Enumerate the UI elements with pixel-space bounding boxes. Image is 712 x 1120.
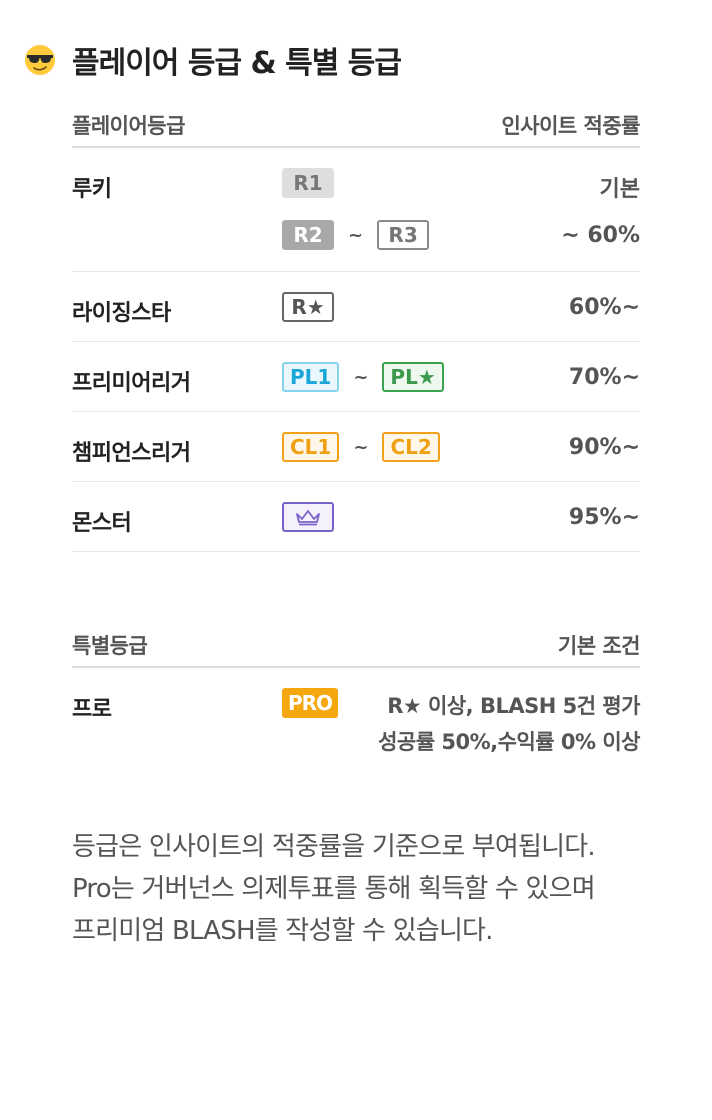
note-line: 등급은 인사이트의 적중률을 기준으로 부여됩니다.	[72, 832, 596, 862]
column-player-grade: 플레이어등급	[72, 114, 185, 138]
grade-row-champions-leaguer: 챔피언스리거 CL1 ~ CL2 90%~	[72, 412, 640, 482]
badge-monster	[282, 502, 334, 532]
range-tilde: ~	[353, 436, 369, 458]
column-base-condition: 기본 조건	[557, 634, 641, 658]
badge-pl1: PL1	[282, 362, 340, 392]
grade-row-rookie: 루키 R1 기본 R2 ~ R3 ~ 60%	[72, 148, 640, 272]
page-title: 플레이어 등급 & 특별 등급	[72, 46, 402, 81]
grade-row-pro: 프로 PRO R★ 이상, BLASH 5건 평가 성공률 50%,수익률 0%…	[72, 668, 640, 768]
grade-name: 루키	[72, 177, 112, 202]
column-special-grade: 특별등급	[72, 634, 148, 658]
grade-row-premier-leaguer: 프리미어리거 PL1 ~ PL★ 70%~	[72, 342, 640, 412]
badge-r-star: R★	[282, 292, 334, 322]
page-header: 플레이어 등급 & 특별 등급	[24, 40, 402, 81]
player-grades-header: 플레이어등급 인사이트 적중률	[72, 104, 640, 148]
grade-value: 95%~	[568, 505, 640, 530]
grade-value: 60%~	[568, 295, 640, 320]
crown-icon	[296, 510, 320, 526]
special-grades-table: 특별등급 기본 조건 프로 PRO R★ 이상, BLASH 5건 평가 성공률…	[72, 624, 641, 768]
badge-r3: R3	[377, 220, 430, 250]
grade-value: 90%~	[568, 435, 640, 460]
grade-value: ~ 60%	[561, 223, 640, 248]
range-tilde: ~	[353, 366, 369, 388]
grade-name: 챔피언스리거	[72, 441, 191, 466]
condition-line: 성공률 50%,수익률 0% 이상	[378, 730, 640, 754]
badge-pl-star: PL★	[382, 362, 444, 392]
grade-badges: R★	[282, 292, 334, 322]
special-grades-header: 특별등급 기본 조건	[72, 624, 641, 668]
grade-badges: R1	[282, 168, 334, 198]
player-grades-table: 플레이어등급 인사이트 적중률 루키 R1 기본 R2 ~ R3 ~ 60% 라…	[72, 104, 640, 552]
grade-badges: CL1 ~ CL2	[282, 432, 440, 462]
note-line: 프리미엄 BLASH를 작성할 수 있습니다.	[72, 916, 493, 946]
grade-note: 등급은 인사이트의 적중률을 기준으로 부여됩니다. Pro는 거버넌스 의제투…	[72, 826, 652, 952]
grade-value: 기본	[599, 177, 640, 202]
grade-name: 프로	[72, 697, 112, 722]
grade-name: 프리미어리거	[72, 371, 191, 396]
grade-row-rising-star: 라이징스타 R★ 60%~	[72, 272, 640, 342]
range-tilde: ~	[348, 224, 364, 246]
note-line: Pro는 거버넌스 의제투표를 통해 획득할 수 있으며	[72, 874, 596, 904]
grade-badges	[282, 502, 334, 532]
grade-name: 몬스터	[72, 511, 132, 536]
badge-r2: R2	[282, 220, 334, 250]
grade-row-monster: 몬스터 95%~	[72, 482, 640, 552]
pro-condition: R★ 이상, BLASH 5건 평가 성공률 50%,수익률 0% 이상	[378, 688, 640, 760]
grade-badges: PRO	[282, 688, 339, 718]
grade-value: 70%~	[568, 365, 640, 390]
grade-badges: R2 ~ R3	[282, 220, 430, 250]
badge-r1: R1	[282, 168, 334, 198]
sunglasses-emoji-icon	[25, 45, 55, 75]
column-insight-accuracy: 인사이트 적중률	[501, 114, 640, 138]
condition-line: R★ 이상, BLASH 5건 평가	[387, 694, 640, 718]
grade-badges: PL1 ~ PL★	[282, 362, 444, 392]
badge-cl1: CL1	[282, 432, 340, 462]
badge-pro: PRO	[282, 688, 339, 718]
badge-cl2: CL2	[382, 432, 440, 462]
grade-name: 라이징스타	[72, 301, 171, 326]
